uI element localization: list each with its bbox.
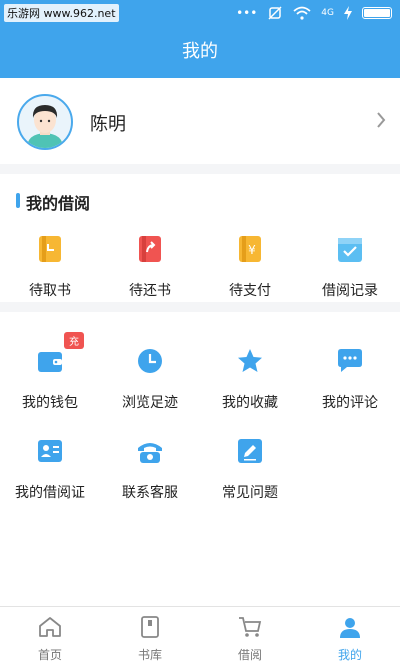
user-name: 陈明	[90, 114, 126, 135]
pending-return-label: 待还书	[129, 283, 171, 299]
phone-icon	[138, 443, 162, 463]
status-icons: ••• 4G	[236, 4, 392, 22]
avatar-icon	[27, 105, 63, 148]
tab-borrow-label: 借阅	[237, 648, 262, 662]
tab-borrow[interactable]: 借阅	[200, 607, 300, 666]
tab-profile[interactable]: 我的	[300, 607, 400, 666]
pickup-book-icon	[39, 236, 61, 262]
chevron-right-icon	[377, 112, 386, 128]
pending-pickup-label: 待取书	[29, 283, 71, 299]
faq-label: 常见问题	[222, 485, 278, 501]
star-icon	[238, 349, 262, 372]
pending-return-button[interactable]: 待还书	[100, 234, 200, 300]
tab-home-label: 首页	[37, 648, 62, 662]
browse-history-button[interactable]: 浏览足迹	[100, 346, 200, 412]
tab-bookshelf-label: 书库	[137, 648, 162, 662]
bottom-tab-bar: 首页 书库 借阅 我的	[0, 606, 400, 666]
profile-icon	[340, 618, 360, 638]
services-section: 充 我的钱包 浏览足迹 我的收藏 我的评论 我的借阅证 联系客服 常见问题	[0, 312, 400, 606]
library-card-button[interactable]: 我的借阅证	[0, 436, 100, 502]
comment-icon	[338, 349, 362, 372]
battery-icon	[362, 7, 392, 19]
tab-bookshelf[interactable]: 书库	[100, 607, 200, 666]
borrow-record-button[interactable]: 借阅记录	[300, 234, 400, 300]
avatar[interactable]	[17, 94, 73, 150]
pending-payment-button[interactable]: ¥ 待支付	[200, 234, 300, 300]
tab-home[interactable]: 首页	[0, 607, 100, 666]
wallet-label: 我的钱包	[22, 395, 78, 411]
page-title: 我的	[0, 26, 400, 78]
cart-icon	[239, 617, 262, 637]
browse-history-label: 浏览足迹	[122, 395, 178, 411]
status-bar: 乐游网 www.962.net ••• 4G	[0, 0, 400, 26]
library-card-label: 我的借阅证	[15, 485, 85, 501]
comments-button[interactable]: 我的评论	[300, 346, 400, 412]
profile-row[interactable]: 陈明	[0, 78, 400, 164]
dots-icon: •••	[236, 6, 258, 20]
borrow-section: 我的借阅 待取书 待还书 ¥ 待支付 借阅记录	[0, 174, 400, 302]
recharge-badge[interactable]: 充	[64, 332, 84, 349]
tab-profile-label: 我的	[337, 648, 362, 662]
home-icon	[39, 617, 61, 637]
pending-payment-label: 待支付	[229, 283, 271, 299]
watermark-text: 乐游网 www.962.net	[4, 4, 119, 22]
mute-icon	[268, 6, 282, 20]
wifi-icon	[293, 6, 311, 20]
comments-label: 我的评论	[322, 395, 378, 411]
faq-button[interactable]: 常见问题	[200, 436, 300, 502]
charging-icon	[344, 6, 352, 20]
payment-icon: ¥	[239, 236, 261, 262]
section-title: 我的借阅	[16, 190, 90, 214]
bookshelf-icon	[141, 616, 159, 638]
borrow-record-label: 借阅记录	[322, 283, 378, 299]
edit-icon	[238, 439, 262, 463]
pending-pickup-button[interactable]: 待取书	[0, 234, 100, 300]
customer-service-label: 联系客服	[122, 485, 178, 501]
customer-service-button[interactable]: 联系客服	[100, 436, 200, 502]
clock-icon	[138, 349, 162, 373]
wallet-button[interactable]: 充 我的钱包	[0, 332, 100, 412]
signal-label: 4G	[321, 8, 334, 18]
borrow-record-icon	[338, 238, 362, 262]
favorites-button[interactable]: 我的收藏	[200, 346, 300, 412]
favorites-label: 我的收藏	[222, 395, 278, 411]
return-book-icon	[139, 236, 161, 262]
library-card-icon	[38, 440, 62, 462]
svg-text:¥: ¥	[248, 243, 256, 257]
wallet-icon	[38, 352, 62, 372]
